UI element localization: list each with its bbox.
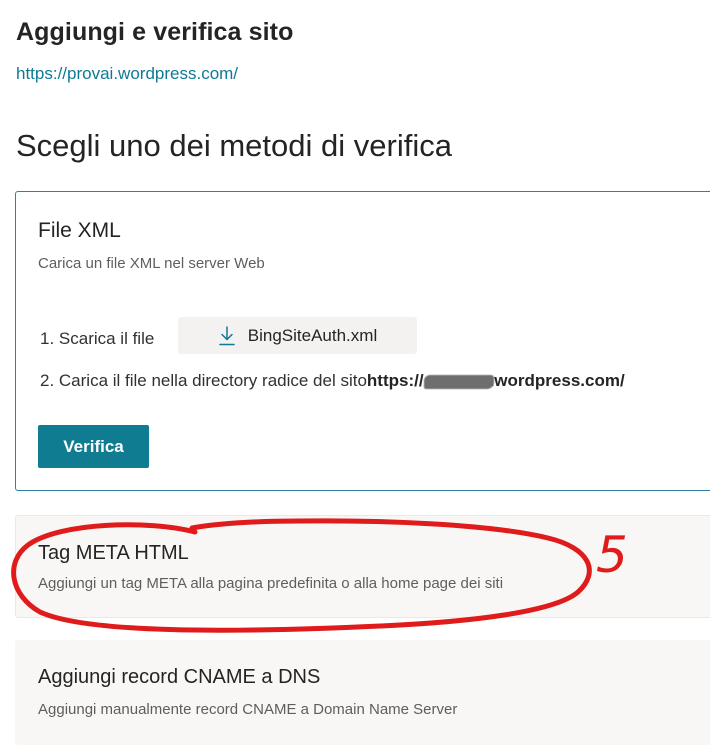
meta-method-subtitle: Aggiungi un tag META alla pagina predefi… xyxy=(38,575,504,592)
xml-method-title: File XML xyxy=(38,219,121,242)
download-icon xyxy=(219,325,235,345)
download-filename: BingSiteAuth.xml xyxy=(247,325,378,345)
redaction-mark xyxy=(423,374,494,389)
page-title: Aggiungi e verifica sito xyxy=(16,18,294,46)
meta-method-title: Tag META HTML xyxy=(38,542,189,564)
xml-method-subtitle: Carica un file XML nel server Web xyxy=(38,255,265,272)
download-xml-button[interactable]: BingSiteAuth.xml xyxy=(178,317,417,354)
verify-button[interactable]: Verifica xyxy=(38,425,149,468)
site-url-link[interactable]: https://provai.wordpress.com/ xyxy=(16,64,238,84)
step-upload-instruction: 2. Carica il file nella directory radice… xyxy=(40,371,625,391)
page: Aggiungi e verifica sito https://provai.… xyxy=(0,0,710,753)
section-title: Scegli uno dei metodi di verifica xyxy=(16,128,452,163)
method-card-meta[interactable] xyxy=(15,515,710,618)
step-upload-url-prefix: https:// xyxy=(366,371,424,390)
method-card-cname[interactable] xyxy=(15,640,710,745)
step-upload-url-suffix: .wordpress.com/ xyxy=(489,371,625,390)
cname-method-subtitle: Aggiungi manualmente record CNAME a Doma… xyxy=(38,701,458,718)
step-upload-label: 2. Carica il file nella directory radice… xyxy=(40,371,367,390)
cname-method-title: Aggiungi record CNAME a DNS xyxy=(38,666,321,688)
step-download-label: 1. Scarica il file xyxy=(40,329,155,348)
